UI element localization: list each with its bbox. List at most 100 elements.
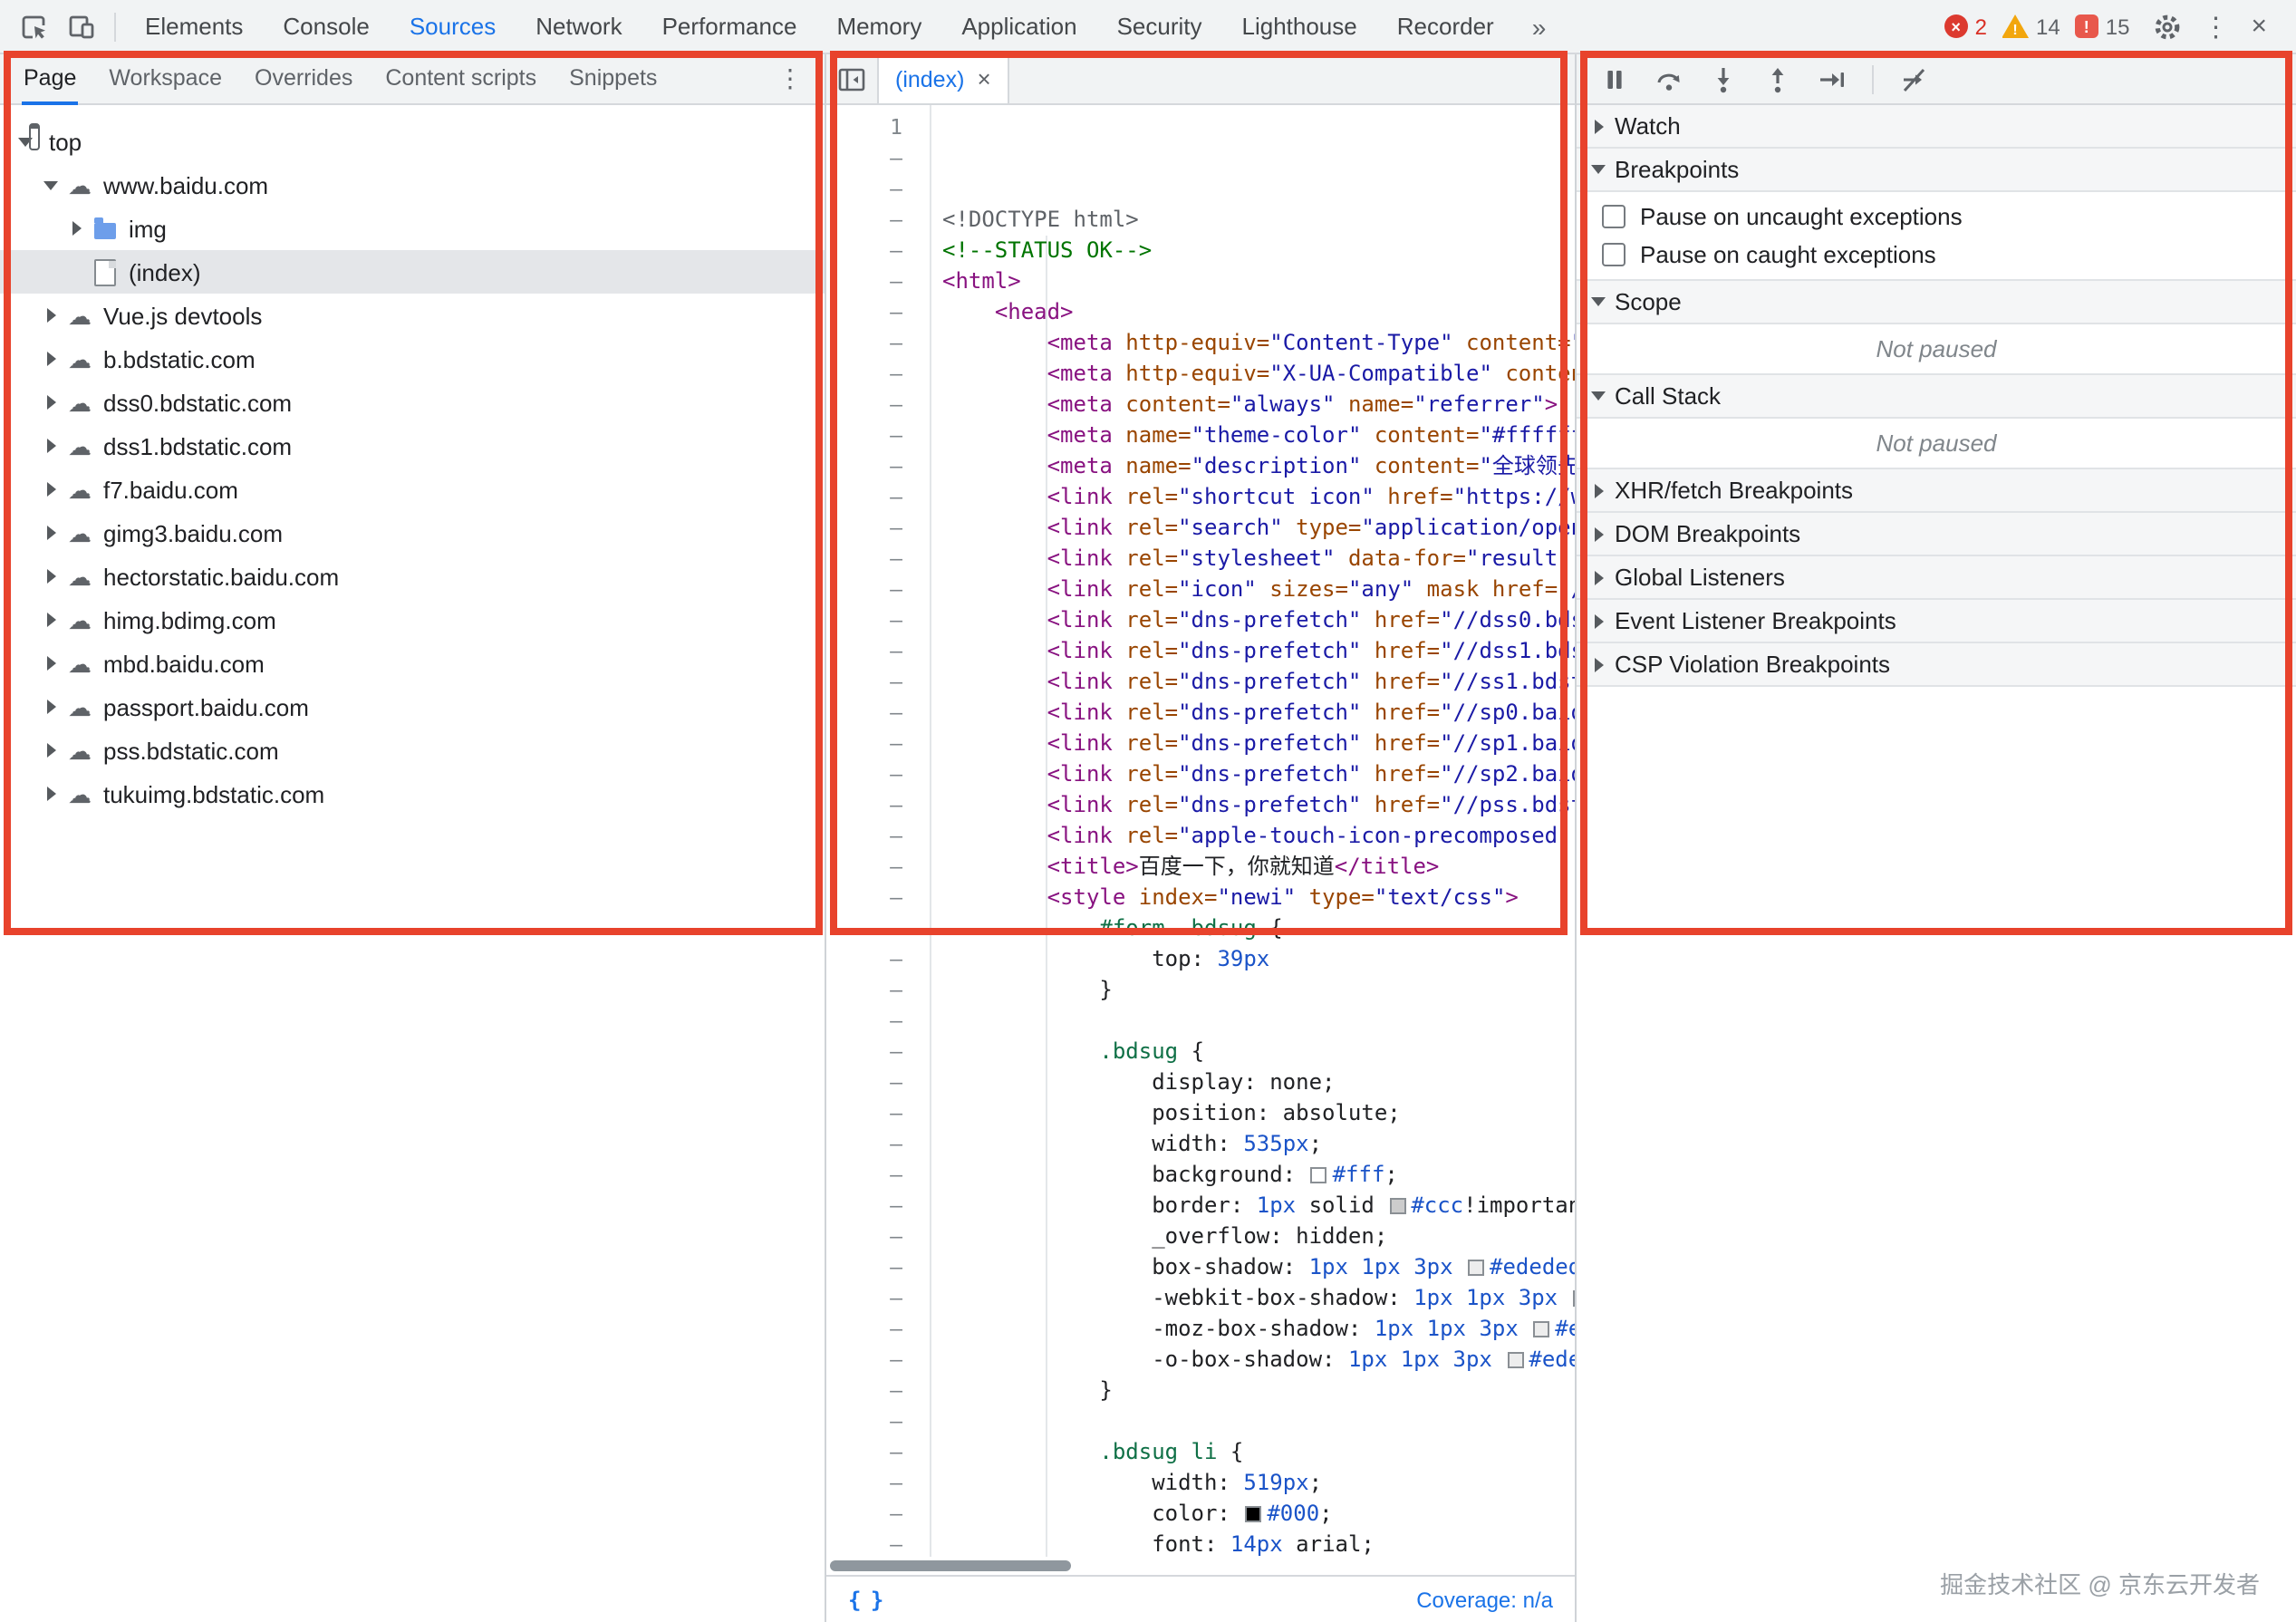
section-header-watch[interactable]: Watch bbox=[1577, 105, 2296, 149]
toggle-device-toolbar-icon[interactable] bbox=[58, 5, 105, 48]
tree-item-hectorstatic-baidu-com[interactable]: ☁ hectorstatic.baidu.com bbox=[0, 555, 825, 598]
expand-arrow-icon[interactable] bbox=[40, 783, 62, 805]
code-line[interactable]: -o-box-shadow: 1px 1px 3px #ededed; bbox=[942, 1345, 1575, 1376]
pretty-print-button[interactable]: { } bbox=[848, 1587, 883, 1612]
settings-gear-icon[interactable] bbox=[2144, 5, 2191, 48]
gutter-line[interactable]: – bbox=[826, 1376, 902, 1406]
pause-script-icon[interactable] bbox=[1591, 57, 1638, 101]
code-line[interactable]: font: 14px arial; bbox=[942, 1530, 1575, 1557]
console-errors-count[interactable]: 2 bbox=[1975, 14, 1987, 39]
tree-item-gimg3-baidu-com[interactable]: ☁ gimg3.baidu.com bbox=[0, 511, 825, 555]
code-line[interactable]: position: absolute; bbox=[942, 1098, 1575, 1129]
gutter-line[interactable]: – bbox=[826, 698, 902, 729]
code-line[interactable]: .bdsug li { bbox=[942, 1437, 1575, 1468]
gutter-line[interactable]: – bbox=[826, 852, 902, 883]
issues-count[interactable]: 15 bbox=[2106, 14, 2130, 39]
gutter-line[interactable]: – bbox=[826, 944, 902, 975]
checkbox[interactable] bbox=[1602, 243, 1626, 266]
code-line[interactable]: } bbox=[942, 1376, 1575, 1406]
code-line[interactable]: .bdsug { bbox=[942, 1037, 1575, 1067]
code-line[interactable]: <html> bbox=[942, 266, 1575, 297]
tab-recorder[interactable]: Recorder bbox=[1377, 0, 1514, 53]
expand-arrow-icon[interactable] bbox=[40, 696, 62, 718]
step-icon[interactable] bbox=[1809, 57, 1856, 101]
gutter-line[interactable]: – bbox=[826, 1345, 902, 1376]
gutter-line[interactable]: – bbox=[826, 883, 902, 913]
gutter-line[interactable]: – bbox=[826, 1468, 902, 1499]
code-line[interactable]: <meta http-equiv="X-UA-Compatible" conte… bbox=[942, 359, 1575, 390]
expand-arrow-icon[interactable] bbox=[40, 609, 62, 631]
step-into-icon[interactable] bbox=[1700, 57, 1747, 101]
gutter-line[interactable]: – bbox=[826, 297, 902, 328]
horizontal-scrollbar-thumb[interactable] bbox=[830, 1560, 1071, 1571]
gutter-line[interactable]: – bbox=[826, 420, 902, 451]
tree-item-mbd-baidu-com[interactable]: ☁ mbd.baidu.com bbox=[0, 642, 825, 685]
expand-arrow-icon[interactable] bbox=[40, 522, 62, 544]
code-line[interactable]: <style index="newi" type="text/css"> bbox=[942, 883, 1575, 913]
gutter-line[interactable]: – bbox=[826, 174, 902, 205]
code-line[interactable]: <head> bbox=[942, 297, 1575, 328]
gutter-line[interactable]: 1 bbox=[826, 112, 902, 143]
tab-console[interactable]: Console bbox=[263, 0, 389, 53]
gutter-line[interactable]: – bbox=[826, 1160, 902, 1191]
navigator-toggle-icon[interactable] bbox=[826, 54, 877, 103]
tab-close-icon[interactable]: × bbox=[977, 65, 990, 92]
section-header-csp-violation-breakpoints[interactable]: CSP Violation Breakpoints bbox=[1577, 643, 2296, 687]
section-header-call-stack[interactable]: Call Stack bbox=[1577, 375, 2296, 419]
more-options-kebab-icon[interactable]: ⋮ bbox=[2191, 10, 2240, 43]
tree-item-img[interactable]: img bbox=[0, 207, 825, 250]
expand-arrow-icon[interactable] bbox=[40, 391, 62, 413]
tab-elements[interactable]: Elements bbox=[125, 0, 263, 53]
tree-item-pss-bdstatic-com[interactable]: ☁ pss.bdstatic.com bbox=[0, 729, 825, 772]
gutter-line[interactable]: – bbox=[826, 390, 902, 420]
code-line[interactable]: <link rel="dns-prefetch" href="//dss0.bd… bbox=[942, 605, 1575, 636]
section-header-xhr-fetch-breakpoints[interactable]: XHR/fetch Breakpoints bbox=[1577, 469, 2296, 513]
gutter-line[interactable]: – bbox=[826, 759, 902, 790]
tree-item-dss0-bdstatic-com[interactable]: ☁ dss0.bdstatic.com bbox=[0, 381, 825, 424]
code-line[interactable]: <meta name="description" content="全球领先的中… bbox=[942, 451, 1575, 482]
gutter-line[interactable]: – bbox=[826, 1437, 902, 1468]
gutter-line[interactable]: – bbox=[826, 1530, 902, 1557]
code-line[interactable]: -moz-box-shadow: 1px 1px 3px #ededed; bbox=[942, 1314, 1575, 1345]
step-out-icon[interactable] bbox=[1754, 57, 1801, 101]
code-line[interactable]: #form .bdsug { bbox=[942, 913, 1575, 944]
expand-arrow-icon[interactable] bbox=[40, 348, 62, 370]
expand-arrow-icon[interactable] bbox=[40, 174, 62, 196]
gutter-line[interactable]: – bbox=[826, 821, 902, 852]
gutter-line[interactable]: – bbox=[826, 1067, 902, 1098]
code-line[interactable]: <link rel="dns-prefetch" href="//ss1.bds… bbox=[942, 667, 1575, 698]
gutter-line[interactable]: – bbox=[826, 544, 902, 574]
tab-performance[interactable]: Performance bbox=[642, 0, 817, 53]
checkbox[interactable] bbox=[1602, 205, 1626, 228]
code-line[interactable]: <!DOCTYPE html> bbox=[942, 205, 1575, 236]
code-line[interactable]: box-shadow: 1px 1px 3px #ededed; bbox=[942, 1252, 1575, 1283]
code-line[interactable] bbox=[942, 1006, 1575, 1037]
tree-item-vue-js-devtools[interactable]: ☁ Vue.js devtools bbox=[0, 294, 825, 337]
tab-network[interactable]: Network bbox=[516, 0, 642, 53]
code-line[interactable]: <meta content="always" name="referrer"> bbox=[942, 390, 1575, 420]
navigator-tab-page[interactable]: Page bbox=[7, 53, 92, 104]
gutter-line[interactable]: – bbox=[826, 1191, 902, 1221]
tree-item-f7-baidu-com[interactable]: ☁ f7.baidu.com bbox=[0, 468, 825, 511]
code-line[interactable]: width: 535px; bbox=[942, 1129, 1575, 1160]
tree-item-b-bdstatic-com[interactable]: ☁ b.bdstatic.com bbox=[0, 337, 825, 381]
gutter-line[interactable]: – bbox=[826, 1221, 902, 1252]
inspect-element-icon[interactable] bbox=[11, 5, 58, 48]
code-line[interactable]: <link rel="dns-prefetch" href="//dss1.bd… bbox=[942, 636, 1575, 667]
code-line[interactable]: <meta name="theme-color" content="#fffff… bbox=[942, 420, 1575, 451]
console-warnings-count[interactable]: 14 bbox=[2036, 14, 2060, 39]
code-line[interactable]: -webkit-box-shadow: 1px 1px 3px #ededed; bbox=[942, 1283, 1575, 1314]
coverage-link[interactable]: Coverage: n/a bbox=[1416, 1587, 1553, 1612]
code-line[interactable]: <link rel="dns-prefetch" href="//pss.bds… bbox=[942, 790, 1575, 821]
navigator-tab-content-scripts[interactable]: Content scripts bbox=[369, 53, 553, 104]
code-line[interactable]: <link rel="dns-prefetch" href="//sp2.bai… bbox=[942, 759, 1575, 790]
code-line[interactable]: <link rel="dns-prefetch" href="//sp1.bai… bbox=[942, 729, 1575, 759]
code-line[interactable]: display: none; bbox=[942, 1067, 1575, 1098]
expand-arrow-icon[interactable] bbox=[40, 652, 62, 674]
gutter-line[interactable]: – bbox=[826, 975, 902, 1006]
navigator-tab-overrides[interactable]: Overrides bbox=[238, 53, 369, 104]
gutter-line[interactable]: – bbox=[826, 913, 902, 944]
code-line[interactable]: border: 1px solid #ccc!important; bbox=[942, 1191, 1575, 1221]
section-header-breakpoints[interactable]: Breakpoints bbox=[1577, 149, 2296, 192]
gutter-line[interactable]: – bbox=[826, 1006, 902, 1037]
